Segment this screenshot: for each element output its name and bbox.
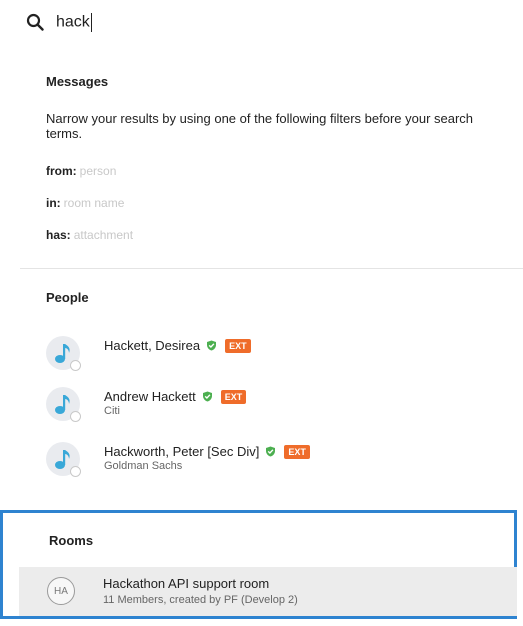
people-section-title: People (46, 290, 89, 305)
filter-key: from: (46, 164, 77, 178)
room-name: Hackathon API support room (103, 576, 270, 591)
text-caret (90, 12, 92, 32)
filter-hint: person (79, 164, 117, 178)
person-info: Hackworth, Peter [Sec Div] EXT Goldman S… (104, 444, 310, 472)
search-input[interactable]: hack (56, 12, 356, 32)
search-results-page: hack Messages Narrow your results by usi… (0, 0, 523, 626)
verified-icon (265, 446, 276, 457)
ext-badge: EXT (220, 389, 247, 404)
person-result[interactable]: Hackworth, Peter [Sec Div] EXT Goldman S… (46, 442, 506, 482)
music-note-icon (55, 450, 70, 469)
section-divider (20, 268, 523, 269)
verified-icon (206, 340, 217, 351)
rooms-section: Rooms HA Hackathon API support room 11 M… (0, 510, 517, 619)
room-result[interactable]: HA Hackathon API support room 11 Members… (19, 567, 517, 616)
person-name: Andrew Hackett (104, 389, 196, 404)
rooms-section-title: Rooms (49, 533, 94, 548)
person-info: Andrew Hackett EXT Citi (104, 389, 247, 417)
person-company: Goldman Sachs (104, 460, 183, 472)
filter-hint: room name (63, 196, 125, 210)
search-input-value: hack (56, 13, 90, 31)
presence-indicator (70, 411, 81, 422)
verified-icon (202, 391, 213, 402)
presence-indicator (70, 360, 81, 371)
ext-badge: EXT (284, 444, 310, 459)
filter-key: in: (46, 196, 61, 210)
filter-from[interactable]: from: person (46, 164, 116, 178)
person-name: Hackett, Desirea (104, 338, 201, 353)
music-note-icon (55, 344, 70, 363)
filter-has[interactable]: has: attachment (46, 228, 133, 242)
search-icon[interactable] (26, 13, 44, 31)
messages-description: Narrow your results by using one of the … (46, 111, 474, 141)
room-details: 11 Members, created by PF (Develop 2) (103, 594, 298, 606)
person-info: Hackett, Desirea EXT (104, 338, 251, 353)
presence-indicator (70, 466, 81, 477)
person-result[interactable]: Andrew Hackett EXT Citi (46, 387, 506, 427)
messages-section-title: Messages (46, 74, 109, 89)
person-company: Citi (104, 405, 120, 417)
filter-hint: attachment (73, 228, 134, 242)
search-bar[interactable]: hack (26, 8, 356, 36)
filter-in[interactable]: in: room name (46, 196, 124, 210)
ext-badge: EXT (225, 338, 251, 353)
filter-key: has: (46, 228, 71, 242)
music-note-icon (55, 395, 70, 414)
person-name: Hackworth, Peter [Sec Div] (104, 444, 260, 459)
person-result[interactable]: Hackett, Desirea EXT (46, 336, 506, 376)
room-avatar: HA (47, 577, 75, 605)
